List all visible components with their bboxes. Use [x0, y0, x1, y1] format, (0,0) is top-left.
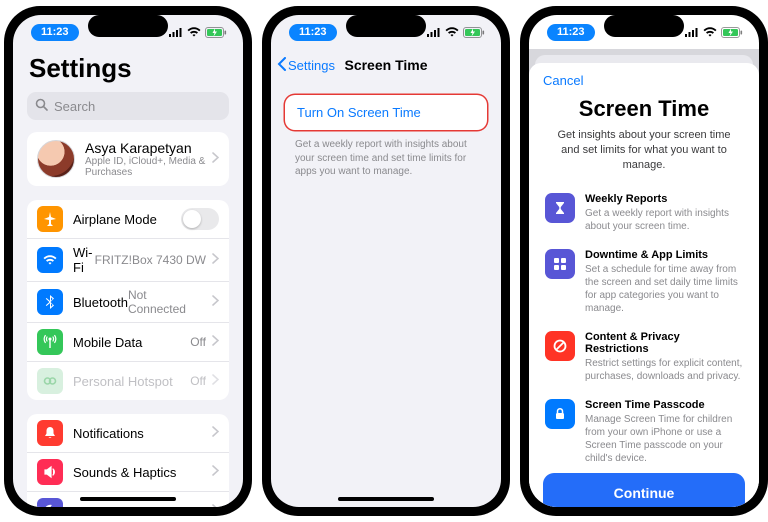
phone-screentime-sheet: 11:23 Cancel Screen Time Get insights ab…: [520, 6, 768, 516]
battery-icon: [721, 27, 743, 38]
search-input[interactable]: Search: [27, 92, 229, 120]
antenna-icon: [37, 329, 63, 355]
chevron-right-icon: [212, 463, 219, 481]
airplane-toggle[interactable]: [181, 208, 219, 230]
feature-desc: Set a schedule for time away from the sc…: [585, 263, 743, 315]
cellular-icon: [169, 27, 183, 37]
feature-downtime: Downtime & App Limits Set a schedule for …: [543, 241, 745, 323]
speaker-icon: [37, 459, 63, 485]
bluetooth-value: Not Connected: [128, 288, 206, 316]
chevron-right-icon: [212, 502, 219, 507]
notch: [604, 15, 684, 37]
feature-restrictions: Content & Privacy RestrictionsRestrict s…: [543, 323, 745, 391]
mobile-data-row[interactable]: Mobile Data Off: [27, 323, 229, 362]
page-title: Settings: [23, 49, 233, 92]
wifi-row[interactable]: Wi-Fi FRITZ!Box 7430 DW: [27, 239, 229, 282]
airplane-label: Airplane Mode: [73, 212, 181, 227]
status-time: 11:23: [547, 24, 595, 41]
chevron-right-icon: [212, 150, 219, 168]
notifications-row[interactable]: Notifications: [27, 414, 229, 453]
bluetooth-label: Bluetooth: [73, 295, 128, 310]
status-time: 11:23: [31, 24, 79, 41]
cellular-icon: [685, 27, 699, 37]
feature-passcode: Screen Time Passcode Manage Screen Time f…: [543, 391, 745, 473]
wifi-icon: [703, 27, 717, 37]
caption-text: Get a weekly report with insights about …: [281, 134, 491, 183]
cancel-button[interactable]: Cancel: [543, 73, 583, 88]
feature-desc: Get a weekly report with insights about …: [585, 207, 743, 233]
wifi-icon: [187, 27, 201, 37]
sounds-row[interactable]: Sounds & Haptics: [27, 453, 229, 492]
feature-title: Content & Privacy Restrictions: [585, 331, 743, 355]
airplane-icon: [37, 206, 63, 232]
mobile-value: Off: [190, 335, 206, 349]
chevron-right-icon: [212, 333, 219, 351]
wifi-row-icon: [37, 247, 63, 273]
wifi-icon: [445, 27, 459, 37]
feature-desc: Restrict settings for explicit content, …: [585, 357, 743, 383]
apple-id-row[interactable]: Asya Karapetyan Apple ID, iCloud+, Media…: [27, 132, 229, 186]
no-entry-icon: [545, 331, 575, 361]
phone-screentime-setting: 11:23 Settings Screen Time Turn On Scree…: [262, 6, 510, 516]
search-icon: [35, 98, 48, 114]
chevron-right-icon: [212, 251, 219, 269]
hotspot-row: Personal Hotspot Off: [27, 362, 229, 400]
sounds-label: Sounds & Haptics: [73, 465, 212, 480]
feature-title: Weekly Reports: [585, 193, 743, 205]
bluetooth-row[interactable]: Bluetooth Not Connected: [27, 282, 229, 323]
app-grid-icon: [545, 249, 575, 279]
nav-bar: Settings Screen Time: [271, 49, 501, 81]
chevron-right-icon: [212, 293, 219, 311]
notch: [346, 15, 426, 37]
notifications-label: Notifications: [73, 426, 212, 441]
hotspot-value: Off: [190, 374, 206, 388]
home-indicator[interactable]: [80, 497, 176, 501]
hotspot-label: Personal Hotspot: [73, 374, 190, 389]
continue-button[interactable]: Continue: [543, 473, 745, 507]
search-placeholder: Search: [54, 99, 95, 114]
feature-desc: Manage Screen Time for children from you…: [585, 413, 743, 465]
focus-label: Focus: [73, 504, 212, 508]
hotspot-icon: [37, 368, 63, 394]
hourglass-icon: [545, 193, 575, 223]
wifi-value: FRITZ!Box 7430 DW: [95, 253, 206, 267]
nav-title: Screen Time: [271, 57, 501, 73]
chevron-right-icon: [212, 424, 219, 442]
home-indicator[interactable]: [338, 497, 434, 501]
avatar: [37, 140, 75, 178]
profile-sub: Apple ID, iCloud+, Media & Purchases: [85, 156, 212, 178]
sheet-lead: Get insights about your screen time and …: [543, 128, 745, 185]
lock-icon: [545, 399, 575, 429]
cellular-icon: [427, 27, 441, 37]
feature-weekly-reports: Weekly Reports Get a weekly report with i…: [543, 185, 745, 241]
turn-on-label: Turn On Screen Time: [297, 105, 421, 120]
airplane-mode-row[interactable]: Airplane Mode: [27, 200, 229, 239]
phone-settings: 11:23 Settings Search Asya: [4, 6, 252, 516]
profile-name: Asya Karapetyan: [85, 140, 212, 156]
chevron-right-icon: [212, 372, 219, 390]
mobile-label: Mobile Data: [73, 335, 190, 350]
moon-icon: [37, 498, 63, 507]
battery-icon: [463, 27, 485, 38]
feature-title: Downtime & App Limits: [585, 249, 743, 261]
status-time: 11:23: [289, 24, 337, 41]
bluetooth-icon: [37, 289, 63, 315]
notch: [88, 15, 168, 37]
sheet-title: Screen Time: [543, 96, 745, 122]
bell-icon: [37, 420, 63, 446]
onboarding-sheet: Cancel Screen Time Get insights about yo…: [529, 63, 759, 507]
battery-icon: [205, 27, 227, 38]
feature-title: Screen Time Passcode: [585, 399, 743, 411]
turn-on-screentime-button[interactable]: Turn On Screen Time: [285, 95, 487, 130]
wifi-label: Wi-Fi: [73, 245, 95, 275]
